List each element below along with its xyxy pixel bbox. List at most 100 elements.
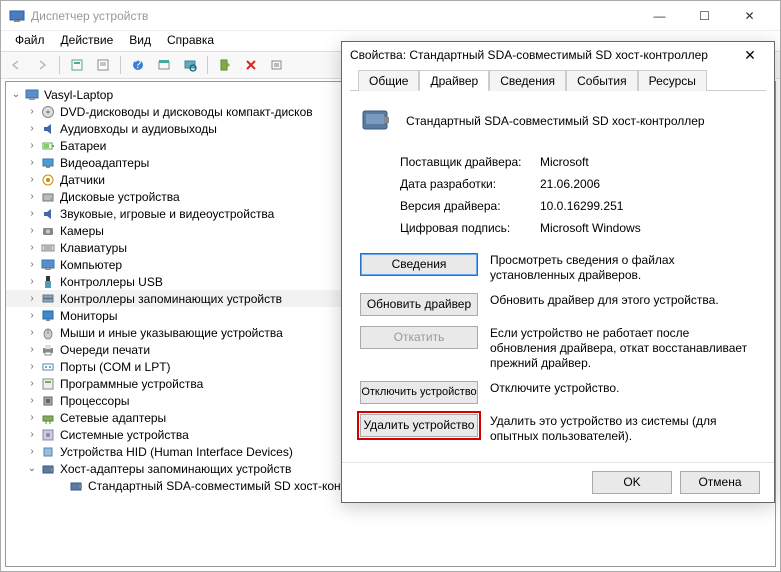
version-value: 10.0.16299.251 xyxy=(540,199,623,213)
tab-general[interactable]: Общие xyxy=(358,70,419,91)
minimize-button[interactable]: — xyxy=(637,2,682,30)
menu-help[interactable]: Справка xyxy=(159,31,222,51)
tree-label: Камеры xyxy=(60,224,104,238)
tab-resources[interactable]: Ресурсы xyxy=(638,70,707,91)
date-label: Дата разработки: xyxy=(400,177,540,191)
device-icon xyxy=(68,478,84,494)
tree-label: Порты (COM и LPT) xyxy=(60,360,171,374)
signer-value: Microsoft Windows xyxy=(540,221,641,235)
expand-icon[interactable]: › xyxy=(26,242,38,253)
dialog-close-button[interactable]: ✕ xyxy=(734,43,766,67)
expand-icon[interactable]: › xyxy=(26,429,38,440)
expand-icon[interactable]: › xyxy=(26,157,38,168)
expand-icon[interactable]: ⌄ xyxy=(26,463,38,474)
driver-details-button[interactable]: Сведения xyxy=(360,253,478,276)
tree-label: Аудиовходы и аудиовыходы xyxy=(60,122,217,136)
enable-button[interactable] xyxy=(214,54,236,76)
signer-label: Цифровая подпись: xyxy=(400,221,540,235)
category-icon xyxy=(40,274,56,290)
expand-icon[interactable]: › xyxy=(26,276,38,287)
category-icon xyxy=(40,206,56,222)
tree-label: Системные устройства xyxy=(60,428,189,442)
titlebar: Диспетчер устройств — ☐ ✕ xyxy=(1,1,780,31)
ok-button[interactable]: OK xyxy=(592,471,672,494)
category-icon xyxy=(40,240,56,256)
expand-icon[interactable]: › xyxy=(26,191,38,202)
expand-icon[interactable]: › xyxy=(26,293,38,304)
date-value: 21.06.2006 xyxy=(540,177,600,191)
category-icon xyxy=(40,257,56,273)
toolbar-button[interactable] xyxy=(66,54,88,76)
category-icon xyxy=(40,172,56,188)
expand-icon[interactable]: › xyxy=(26,361,38,372)
expand-icon[interactable]: › xyxy=(26,225,38,236)
device-icon xyxy=(360,105,392,137)
tab-details[interactable]: Сведения xyxy=(489,70,566,91)
expand-icon[interactable]: › xyxy=(26,412,38,423)
tree-label: Клавиатуры xyxy=(60,241,127,255)
tree-label: Мыши и иные указывающие устройства xyxy=(60,326,283,340)
tree-label: Видеоадаптеры xyxy=(60,156,149,170)
dialog-title: Свойства: Стандартный SDA-совместимый SD… xyxy=(350,48,734,62)
toolbar-button[interactable] xyxy=(153,54,175,76)
category-icon xyxy=(40,444,56,460)
expand-icon[interactable]: › xyxy=(26,446,38,457)
update-driver-desc: Обновить драйвер для этого устройства. xyxy=(490,293,756,308)
version-label: Версия драйвера: xyxy=(400,199,540,213)
cancel-button[interactable]: Отмена xyxy=(680,471,760,494)
tree-label: Батареи xyxy=(60,139,106,153)
maximize-button[interactable]: ☐ xyxy=(682,2,727,30)
category-icon xyxy=(40,376,56,392)
tabstrip: Общие Драйвер Сведения События Ресурсы xyxy=(350,69,766,91)
scan-hardware-button[interactable] xyxy=(179,54,201,76)
tree-label: Программные устройства xyxy=(60,377,203,391)
help-button[interactable]: ? xyxy=(127,54,149,76)
uninstall-device-button[interactable]: Удалить устройство xyxy=(360,414,478,437)
expand-icon[interactable]: › xyxy=(26,208,38,219)
tree-label: DVD-дисководы и дисководы компакт-дисков xyxy=(60,105,313,119)
uninstall-device-desc: Удалить это устройство из системы (для о… xyxy=(490,414,756,444)
expand-icon[interactable]: › xyxy=(26,174,38,185)
tree-label: Мониторы xyxy=(60,309,117,323)
menu-action[interactable]: Действие xyxy=(53,31,122,51)
category-icon xyxy=(40,427,56,443)
category-icon xyxy=(40,121,56,137)
expand-icon[interactable]: › xyxy=(26,123,38,134)
category-icon xyxy=(40,308,56,324)
tree-label: Хост-адаптеры запоминающих устройств xyxy=(60,462,291,476)
expand-icon[interactable]: › xyxy=(26,106,38,117)
category-icon xyxy=(40,155,56,171)
computer-icon xyxy=(24,87,40,103)
tree-label: Дисковые устройства xyxy=(60,190,180,204)
tree-label: Vasyl-Laptop xyxy=(44,88,113,102)
menu-file[interactable]: Файл xyxy=(7,31,53,51)
expand-icon[interactable]: › xyxy=(26,259,38,270)
category-icon xyxy=(40,359,56,375)
tree-label: Процессоры xyxy=(60,394,130,408)
expand-icon[interactable]: › xyxy=(26,327,38,338)
close-button[interactable]: ✕ xyxy=(727,2,772,30)
disable-device-button[interactable]: Отключить устройство xyxy=(360,381,478,404)
rollback-driver-desc: Если устройство не работает после обновл… xyxy=(490,326,756,371)
category-icon xyxy=(40,325,56,341)
properties-button[interactable] xyxy=(92,54,114,76)
forward-button[interactable] xyxy=(31,54,53,76)
dialog-titlebar: Свойства: Стандартный SDA-совместимый SD… xyxy=(342,42,774,69)
toolbar-button[interactable] xyxy=(266,54,288,76)
menu-view[interactable]: Вид xyxy=(121,31,159,51)
expand-icon[interactable]: › xyxy=(26,310,38,321)
svg-text:?: ? xyxy=(135,58,142,71)
expand-icon[interactable]: › xyxy=(26,140,38,151)
rollback-driver-button: Откатить xyxy=(360,326,478,349)
expand-icon[interactable]: ⌄ xyxy=(10,89,22,100)
tree-label: Устройства HID (Human Interface Devices) xyxy=(60,445,293,459)
uninstall-button[interactable] xyxy=(240,54,262,76)
tab-driver[interactable]: Драйвер xyxy=(419,70,489,91)
expand-icon[interactable]: › xyxy=(26,344,38,355)
tab-events[interactable]: События xyxy=(566,70,638,91)
update-driver-button[interactable]: Обновить драйвер xyxy=(360,293,478,316)
expand-icon[interactable]: › xyxy=(26,378,38,389)
tree-label: Датчики xyxy=(60,173,105,187)
back-button[interactable] xyxy=(5,54,27,76)
expand-icon[interactable]: › xyxy=(26,395,38,406)
